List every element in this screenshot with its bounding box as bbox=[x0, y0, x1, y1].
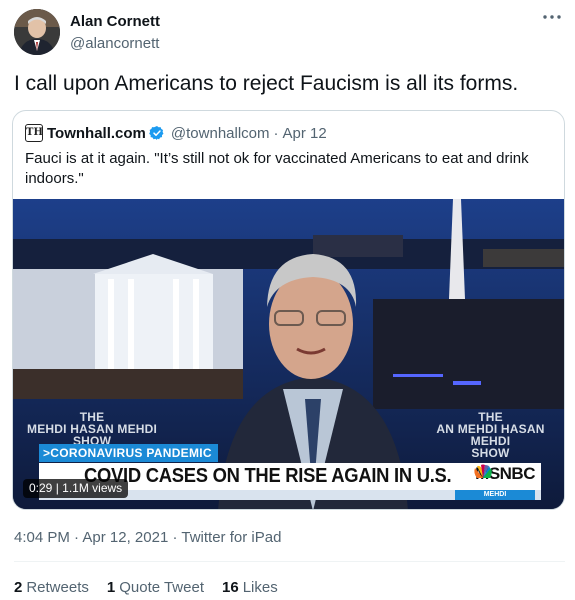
more-horizontal-icon[interactable] bbox=[540, 9, 564, 29]
tweet-header: Alan Cornett @alancornett bbox=[14, 9, 564, 57]
news-tag: >CORONAVIRUS PANDEMIC bbox=[39, 444, 218, 462]
author-handle[interactable]: @alancornett bbox=[70, 35, 159, 52]
likes-label: Likes bbox=[242, 579, 278, 596]
tweet-meta: 4:04 PM · Apr 12, 2021 · Twitter for iPa… bbox=[14, 529, 281, 546]
divider bbox=[14, 561, 565, 562]
video-elapsed: 0:29 bbox=[29, 481, 53, 495]
avatar[interactable] bbox=[14, 9, 60, 55]
avatar-image bbox=[14, 9, 60, 55]
tweet-source[interactable]: Twitter for iPad bbox=[181, 529, 281, 546]
author-name[interactable]: Alan Cornett bbox=[70, 13, 160, 30]
likes-count: 16 bbox=[222, 579, 239, 596]
quotes-label: Quote Tweet bbox=[119, 579, 204, 596]
verified-badge-icon bbox=[149, 126, 164, 140]
quoted-tweet-header: TH Townhall.com @townhallcom · Apr 12 bbox=[25, 123, 327, 143]
quotes-count: 1 bbox=[106, 579, 116, 596]
quoted-author-name[interactable]: Townhall.com bbox=[47, 125, 146, 142]
quoted-tweet[interactable]: TH Townhall.com @townhallcom · Apr 12 Fa… bbox=[12, 110, 565, 510]
show-logo-left: THE MEHDI HASAN MEHDI SHOW bbox=[27, 411, 157, 447]
video-views: 1.1M views bbox=[62, 481, 123, 495]
separator-dot: · bbox=[273, 124, 279, 142]
separator-dot: · bbox=[172, 529, 178, 546]
tweet-time[interactable]: 4:04 PM bbox=[14, 529, 70, 546]
show-logo-line: AN MEHDI HASAN MEHDI bbox=[436, 422, 545, 448]
quoted-tweet-date[interactable]: Apr 12 bbox=[283, 125, 327, 142]
retweets-count: 2 bbox=[14, 579, 23, 596]
tweet-stats: 2 Retweets 1 Quote Tweet 16 Likes bbox=[14, 579, 278, 596]
show-logo-right: THE AN MEHDI HASAN MEHDI SHOW bbox=[415, 411, 564, 460]
townhall-logo-icon: TH bbox=[25, 124, 43, 142]
quoted-tweet-text: Fauci is at it again. "It’s still not ok… bbox=[25, 150, 529, 187]
video-player[interactable]: THE MEHDI HASAN MEHDI SHOW THE AN MEHDI … bbox=[13, 199, 564, 509]
show-logo-line: SHOW bbox=[471, 446, 510, 460]
badge-divider: | bbox=[52, 481, 63, 495]
video-time-badge: 0:29 | 1.1M views bbox=[23, 479, 129, 498]
quoted-author-handle[interactable]: @townhallcom bbox=[171, 125, 270, 142]
retweets-label: Retweets bbox=[26, 579, 89, 596]
likes-stat[interactable]: 16 Likes bbox=[222, 579, 278, 596]
tweet-text: I call upon Americans to reject Faucism … bbox=[14, 72, 519, 95]
tweet-date[interactable]: Apr 12, 2021 bbox=[82, 529, 168, 546]
msnbc-logo: MSNBC bbox=[472, 464, 535, 484]
quote-tweets-stat[interactable]: 1 Quote Tweet bbox=[107, 579, 204, 596]
news-headline: COVID CASES ON THE RISE AGAIN IN U.S. bbox=[84, 465, 452, 487]
ticker-tag: MEHDI bbox=[455, 490, 535, 500]
separator-dot: · bbox=[74, 529, 80, 546]
retweets-stat[interactable]: 2 Retweets bbox=[14, 579, 89, 596]
peacock-icon bbox=[474, 464, 492, 478]
